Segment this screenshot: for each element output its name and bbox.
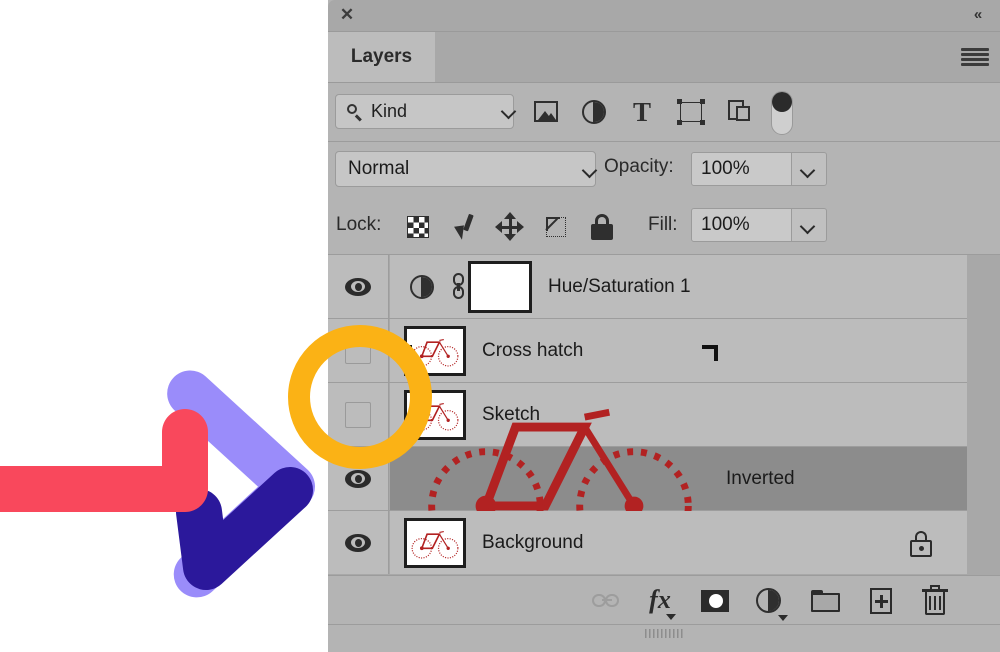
layer-visibility-toggle[interactable]	[328, 255, 389, 318]
fill-dropdown-button[interactable]	[791, 208, 827, 242]
lock-image-pixels-brush-icon[interactable]	[449, 212, 479, 242]
filter-type-layers-icon[interactable]: T	[627, 97, 657, 127]
new-group-button[interactable]	[809, 585, 843, 617]
layer-mask-thumbnail[interactable]	[468, 260, 532, 313]
layer-list-scrollbar[interactable]	[967, 255, 1000, 575]
filter-kind-label: Kind	[371, 101, 408, 121]
link-layers-button[interactable]	[590, 585, 624, 617]
eye-icon	[345, 469, 371, 488]
chevron-down-icon	[778, 615, 788, 621]
layer-name: Background	[482, 531, 584, 553]
fill-label: Fill:	[648, 214, 678, 235]
layer-visibility-toggle[interactable]	[328, 383, 389, 446]
eye-icon	[345, 277, 371, 296]
filter-pixel-layers-icon[interactable]	[531, 97, 561, 127]
layer-name: Inverted	[725, 467, 795, 489]
thumbnail-corner-marker	[396, 344, 412, 361]
panel-title-bar: ✕ «	[328, 0, 1000, 32]
tab-layers[interactable]: Layers	[328, 32, 435, 82]
panel-menu-icon[interactable]	[961, 45, 989, 69]
new-adjustment-layer-button[interactable]	[753, 585, 788, 621]
close-icon[interactable]: ✕	[337, 5, 357, 25]
layer-name: Hue/Saturation 1	[548, 275, 691, 297]
new-layer-button[interactable]	[864, 585, 898, 617]
filter-enable-toggle[interactable]	[771, 91, 793, 135]
eye-off-icon	[345, 401, 371, 428]
opacity-value: 100%	[701, 158, 750, 179]
table-row[interactable]: Background	[328, 511, 1000, 575]
layer-style-button[interactable]: fx	[643, 585, 677, 620]
panel-resize-grip[interactable]	[645, 629, 683, 638]
add-layer-mask-button[interactable]	[698, 585, 732, 617]
link-mask-icon[interactable]	[448, 271, 468, 303]
adjustment-half-circle-icon	[410, 274, 434, 299]
panel-tab-strip: Layers	[328, 32, 1000, 83]
filter-smart-objects-icon[interactable]	[724, 97, 754, 127]
blend-mode-select[interactable]: Normal	[335, 151, 596, 187]
eye-off-icon	[345, 337, 371, 364]
layer-thumbnail[interactable]	[404, 517, 466, 568]
filter-kind-select[interactable]: Kind	[335, 94, 514, 129]
layer-filter-bar: Kind T	[328, 83, 1000, 142]
table-row[interactable]: Hue/Saturation 1	[328, 255, 1000, 319]
lock-all-icon[interactable]	[587, 212, 617, 242]
thumbnail-corner-marker	[701, 344, 718, 361]
lock-position-move-icon[interactable]	[495, 212, 525, 242]
blend-mode-value: Normal	[348, 158, 410, 179]
lock-label: Lock:	[336, 214, 382, 235]
arrow-lower-chevron	[176, 467, 313, 590]
filter-shape-layers-icon[interactable]	[676, 97, 706, 127]
chevron-down-icon	[666, 614, 676, 620]
panel-footer	[328, 625, 1000, 641]
layer-locked-icon	[909, 531, 933, 557]
tab-layers-label: Layers	[350, 46, 413, 67]
arrow-upper-chevron	[167, 370, 315, 598]
eye-icon	[345, 533, 371, 552]
layer-row-content[interactable]: Inverted	[390, 344, 967, 613]
layer-row-content[interactable]: Background	[390, 511, 967, 574]
filter-adjustment-layers-icon[interactable]	[579, 97, 609, 127]
lock-bar: Lock: Fill: 100%	[328, 198, 1000, 255]
lock-artboard-icon[interactable]	[541, 212, 571, 242]
opacity-input[interactable]: 100%	[691, 152, 792, 186]
collapse-panel-icon[interactable]: «	[966, 5, 988, 25]
table-row[interactable]: Inverted	[328, 344, 1000, 613]
opacity-dropdown-button[interactable]	[791, 152, 827, 186]
layer-visibility-toggle[interactable]	[328, 511, 389, 574]
layer-list: Hue/Saturation 1 Cross hatch Sketch Inve…	[328, 255, 1000, 613]
fill-input[interactable]: 100%	[691, 208, 792, 242]
fill-value: 100%	[701, 214, 750, 235]
layer-visibility-toggle[interactable]	[328, 447, 389, 510]
layers-bottom-toolbar: fx	[328, 575, 1000, 625]
opacity-label: Opacity:	[604, 156, 674, 177]
fx-icon-label: fx	[649, 585, 671, 614]
layers-panel: ✕ « Layers Kind T Normal Opacity: 100% L…	[328, 0, 1000, 652]
blend-mode-bar: Normal Opacity: 100%	[328, 142, 1000, 198]
layer-row-content[interactable]: Hue/Saturation 1	[390, 255, 967, 318]
layer-visibility-toggle[interactable]	[328, 319, 389, 382]
bicycle-thumbnail-art	[411, 530, 459, 559]
lock-transparent-pixels-icon[interactable]	[403, 212, 433, 242]
arrow-shaft	[0, 409, 208, 512]
search-icon	[346, 103, 364, 121]
delete-layer-button[interactable]	[918, 585, 952, 617]
